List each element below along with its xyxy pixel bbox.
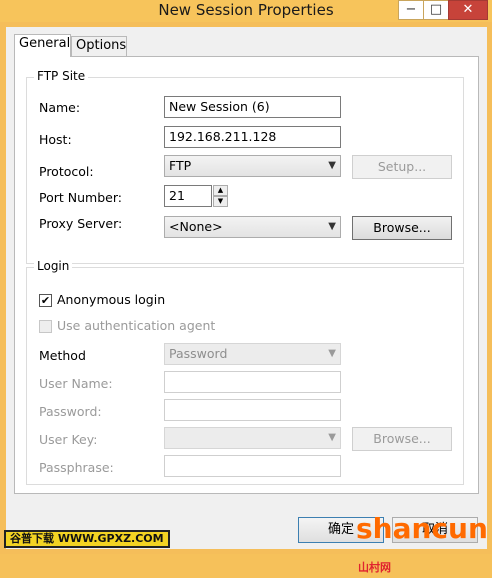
minimize-button[interactable]: − — [398, 0, 424, 20]
tab-options[interactable]: Options — [71, 36, 127, 56]
ftp-site-group-title: FTP Site — [34, 69, 89, 83]
method-value: Password — [169, 346, 228, 361]
user-key-select[interactable]: ▼ — [164, 427, 341, 449]
title-bar[interactable]: New Session Properties − □ ✕ — [0, 0, 492, 22]
login-group-title: Login — [34, 259, 73, 273]
watermark-shancun: shancun 山村网 — [356, 512, 492, 578]
general-tab-page: FTP Site Name: New Session (6) Host: 192… — [14, 56, 479, 494]
tab-general[interactable]: General — [14, 34, 71, 57]
protocol-label: Protocol: — [39, 164, 94, 179]
user-name-field[interactable] — [164, 371, 341, 393]
port-number-label: Port Number: — [39, 190, 122, 205]
protocol-value: FTP — [169, 158, 192, 173]
login-group: Login ✔ Anonymous login Use authenticati… — [26, 259, 464, 485]
ftp-site-group: FTP Site Name: New Session (6) Host: 192… — [26, 69, 464, 264]
name-field[interactable]: New Session (6) — [164, 96, 341, 118]
chevron-down-icon: ▼ — [328, 348, 336, 359]
user-key-label: User Key: — [39, 432, 98, 447]
setup-button[interactable]: Setup... — [352, 155, 452, 179]
auth-agent-label[interactable]: Use authentication agent — [57, 318, 215, 333]
watermark-gpxz: 谷普下载 WWW.GPXZ.COM — [4, 530, 170, 548]
spin-up-icon[interactable]: ▲ — [213, 185, 228, 196]
chevron-down-icon: ▼ — [328, 160, 336, 171]
anonymous-login-label[interactable]: Anonymous login — [57, 292, 165, 307]
passphrase-field[interactable] — [164, 455, 341, 477]
port-number-spinner[interactable]: ▲ ▼ — [213, 185, 228, 207]
spin-down-icon[interactable]: ▼ — [213, 196, 228, 207]
chevron-down-icon: ▼ — [328, 221, 336, 232]
port-number-field[interactable]: 21 — [164, 185, 212, 207]
protocol-select[interactable]: FTP ▼ — [164, 155, 341, 177]
anonymous-login-checkbox[interactable]: ✔ — [39, 294, 52, 307]
watermark-shancun-cn: 山村网 — [358, 561, 391, 574]
name-label: Name: — [39, 100, 81, 115]
method-select[interactable]: Password ▼ — [164, 343, 341, 365]
proxy-browse-button[interactable]: Browse... — [352, 216, 452, 240]
proxy-server-value: <None> — [169, 219, 223, 234]
proxy-server-label: Proxy Server: — [39, 216, 123, 231]
dialog-client: General Options FTP Site Name: New Sessi… — [6, 27, 487, 549]
auth-agent-checkbox[interactable] — [39, 320, 52, 333]
method-label: Method — [39, 348, 86, 363]
close-button[interactable]: ✕ — [448, 0, 488, 20]
watermark-shancun-text: shancun — [356, 512, 488, 545]
host-field[interactable]: 192.168.211.128 — [164, 126, 341, 148]
user-name-label: User Name: — [39, 376, 113, 391]
proxy-server-select[interactable]: <None> ▼ — [164, 216, 341, 238]
chevron-down-icon: ▼ — [328, 432, 336, 443]
host-label: Host: — [39, 132, 72, 147]
password-field[interactable] — [164, 399, 341, 421]
passphrase-label: Passphrase: — [39, 460, 114, 475]
user-key-browse-button[interactable]: Browse... — [352, 427, 452, 451]
dialog-window: New Session Properties − □ ✕ General Opt… — [0, 0, 492, 574]
password-label: Password: — [39, 404, 102, 419]
maximize-button[interactable]: □ — [423, 0, 449, 20]
